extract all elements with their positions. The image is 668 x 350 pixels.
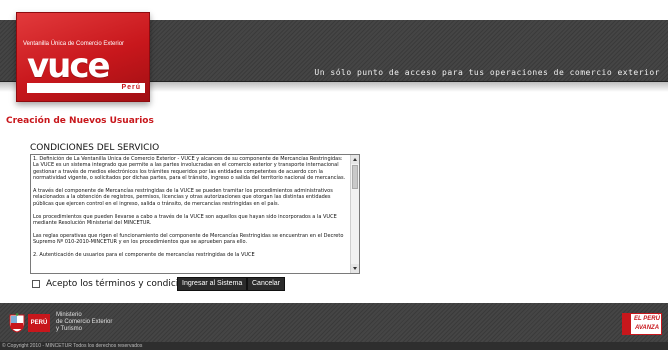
accept-terms-checkbox[interactable] [32, 280, 40, 288]
accept-row: Acepto los términos y condiciones [32, 278, 200, 290]
ministry-line: Ministerio [56, 312, 82, 318]
vuce-logo[interactable]: Ventanilla Única de Comercio Exterior vu… [16, 12, 150, 102]
cancel-button[interactable]: Cancelar [247, 277, 286, 291]
logo-word: vuce [27, 46, 111, 86]
logo-country: Perú [121, 84, 141, 91]
avanza-text: EL PERÚ AVANZA [632, 315, 662, 333]
ministry-line: de Comercio Exterior [56, 319, 113, 325]
peru-label: PERÚ [28, 314, 50, 332]
terms-paragraph: 2. Autenticación de usuarios para el com… [33, 252, 255, 259]
copyright-text: © Copyright 2010 - MINCETUR Todos los de… [2, 343, 143, 349]
avanza-flag [623, 314, 631, 334]
terms-text: 1. Definición de La Ventanilla Única de … [33, 156, 349, 273]
coat-of-arms-icon [9, 313, 25, 333]
login-button[interactable]: Ingresar al Sistema [177, 277, 248, 291]
header-tagline: Un sólo punto de acceso para tus operaci… [314, 68, 660, 77]
scroll-up-arrow-icon[interactable] [351, 155, 359, 164]
scroll-thumb[interactable] [352, 165, 358, 189]
ministry-line: y Turismo [56, 326, 83, 332]
terms-paragraph: Las reglas operativas que rigen el funci… [33, 232, 344, 246]
avanza-line: EL PERÚ [634, 316, 660, 322]
terms-paragraph: A través del componente de Mercancías re… [33, 188, 333, 207]
logo-bar: Perú [27, 83, 145, 93]
terms-paragraph: 1. Definición de La Ventanilla Única de … [33, 156, 346, 182]
ministry-label[interactable]: Ministerio de Comercio Exterior y Turism… [56, 312, 112, 333]
avanza-line: AVANZA [634, 325, 660, 331]
peru-avanza-logo[interactable]: EL PERÚ AVANZA [622, 313, 662, 335]
terms-textarea[interactable]: 1. Definición de La Ventanilla Única de … [30, 154, 360, 274]
scroll-down-arrow-icon[interactable] [351, 264, 359, 273]
terms-heading: CONDICIONES DEL SERVICIO [30, 143, 160, 153]
page-title: Creación de Nuevos Usuarios [6, 116, 154, 126]
terms-scrollbar[interactable] [350, 155, 359, 273]
terms-paragraph: Los procedimientos que pueden llevarse a… [33, 213, 337, 227]
